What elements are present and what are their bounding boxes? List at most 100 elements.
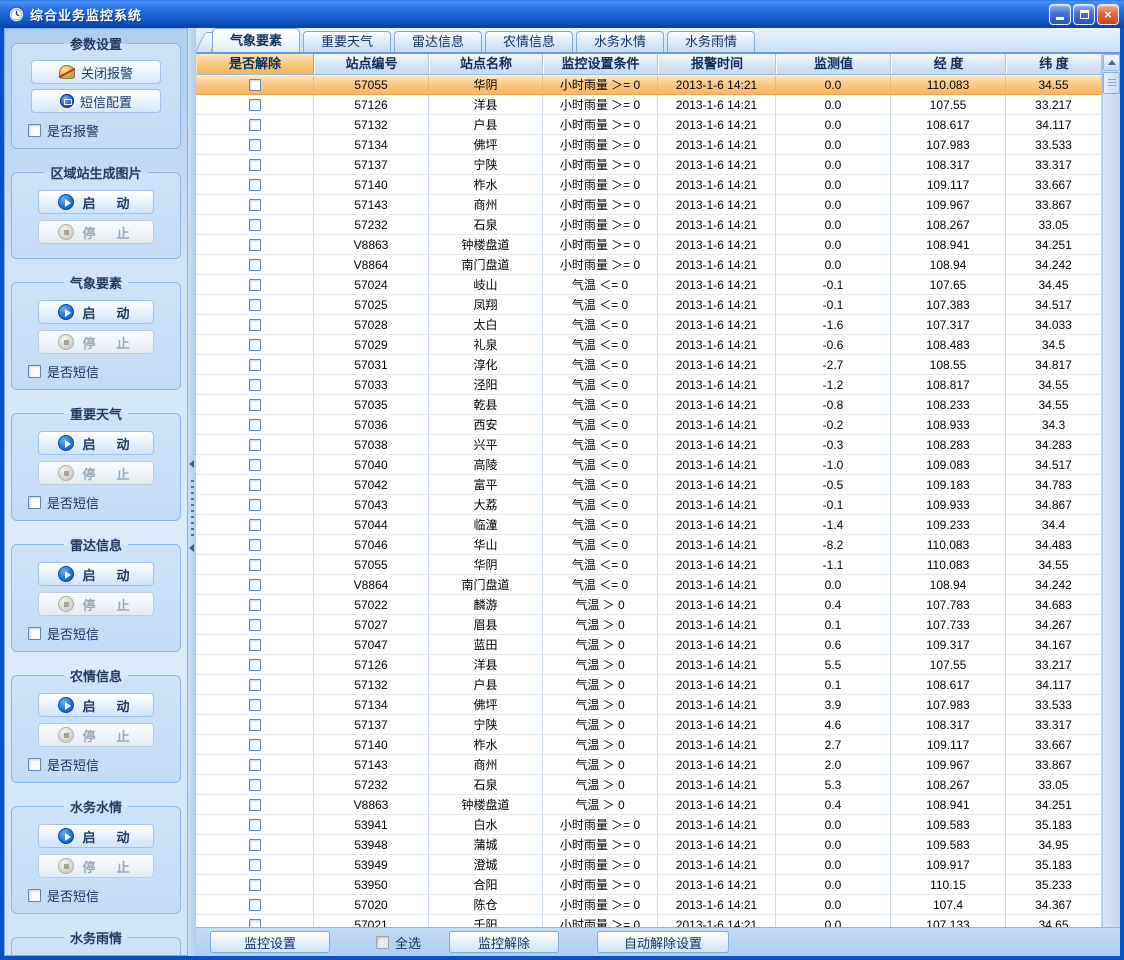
release-checkbox[interactable] (249, 479, 261, 491)
table-row[interactable]: 53950合阳小时雨量 ＞= 02013-1-6 14:210.0110.153… (196, 875, 1102, 895)
table-row[interactable]: 53941白水小时雨量 ＞= 02013-1-6 14:210.0109.583… (196, 815, 1102, 835)
table-row[interactable]: V8864南门盘道小时雨量 ＞= 02013-1-6 14:210.0108.9… (196, 255, 1102, 275)
release-checkbox[interactable] (249, 99, 261, 111)
table-row[interactable]: 57031淳化气温 ＜= 02013-1-6 14:21-2.7108.5534… (196, 355, 1102, 375)
release-checkbox[interactable] (249, 339, 261, 351)
water-level-sms-enable-checkbox[interactable] (28, 889, 41, 902)
table-row[interactable]: 57028太白气温 ＜= 02013-1-6 14:21-1.6107.3173… (196, 315, 1102, 335)
table-row[interactable]: 57043大荔气温 ＜= 02013-1-6 14:21-0.1109.9333… (196, 495, 1102, 515)
table-row[interactable]: 57029礼泉气温 ＜= 02013-1-6 14:21-0.6108.4833… (196, 335, 1102, 355)
tab-water-level[interactable]: 水务水情 (576, 31, 664, 52)
weather-elements-sms-enable-checkbox[interactable] (28, 365, 41, 378)
regional-station-image-stop-button[interactable]: 停 止 (38, 220, 154, 244)
table-row[interactable]: 57024岐山气温 ＜= 02013-1-6 14:21-0.1107.6534… (196, 275, 1102, 295)
scrollbar-track[interactable] (1103, 95, 1120, 927)
radar-info-stop-button[interactable]: 停 止 (38, 592, 154, 616)
release-checkbox[interactable] (249, 599, 261, 611)
table-row[interactable]: 57033泾阳气温 ＜= 02013-1-6 14:21-1.2108.8173… (196, 375, 1102, 395)
collapse-arrow-icon[interactable] (189, 460, 194, 468)
release-checkbox[interactable] (249, 119, 261, 131)
table-row[interactable]: 53949澄城小时雨量 ＞= 02013-1-6 14:210.0109.917… (196, 855, 1102, 875)
tab-important-weather[interactable]: 重要天气 (303, 31, 391, 52)
tab-weather-elements[interactable]: 气象要素 (212, 28, 300, 52)
close-button[interactable]: × (1097, 4, 1119, 25)
release-checkbox[interactable] (249, 699, 261, 711)
table-row[interactable]: V8864南门盘道气温 ＜= 02013-1-6 14:210.0108.943… (196, 575, 1102, 595)
release-checkbox[interactable] (249, 539, 261, 551)
table-row[interactable]: 57143商州气温 ＞ 02013-1-6 14:212.0109.96733.… (196, 755, 1102, 775)
release-checkbox[interactable] (249, 919, 261, 928)
release-checkbox[interactable] (249, 299, 261, 311)
table-row[interactable]: 57022麟游气温 ＞ 02013-1-6 14:210.4107.78334.… (196, 595, 1102, 615)
water-level-stop-button[interactable]: 停 止 (38, 854, 154, 878)
release-checkbox[interactable] (249, 439, 261, 451)
release-checkbox[interactable] (249, 139, 261, 151)
minimize-button[interactable] (1049, 4, 1071, 25)
release-checkbox[interactable] (249, 899, 261, 911)
weather-elements-start-button[interactable]: 启 动 (38, 300, 154, 324)
table-row[interactable]: 57035乾县气温 ＜= 02013-1-6 14:21-0.8108.2333… (196, 395, 1102, 415)
agriculture-info-start-button[interactable]: 启 动 (38, 693, 154, 717)
table-row[interactable]: 57044临潼气温 ＜= 02013-1-6 14:21-1.4109.2333… (196, 515, 1102, 535)
collapse-arrow-icon[interactable] (189, 544, 194, 552)
release-checkbox[interactable] (249, 659, 261, 671)
tab-radar-info[interactable]: 雷达信息 (394, 31, 482, 52)
table-row[interactable]: 57020陈仓小时雨量 ＞= 02013-1-6 14:210.0107.434… (196, 895, 1102, 915)
monitor-set-button[interactable]: 监控设置 (210, 931, 330, 953)
tab-water-rain[interactable]: 水务雨情 (667, 31, 755, 52)
regional-station-image-start-button[interactable]: 启 动 (38, 190, 154, 214)
sms-config-button[interactable]: 短信配置 (31, 89, 161, 113)
release-checkbox[interactable] (249, 79, 261, 91)
release-checkbox[interactable] (249, 499, 261, 511)
table-row[interactable]: 57132户县气温 ＞ 02013-1-6 14:210.1108.61734.… (196, 675, 1102, 695)
release-checkbox[interactable] (249, 319, 261, 331)
table-row[interactable]: 53948蒲城小时雨量 ＞= 02013-1-6 14:210.0109.583… (196, 835, 1102, 855)
table-row[interactable]: 57042富平气温 ＜= 02013-1-6 14:21-0.5109.1833… (196, 475, 1102, 495)
monitor-release-button[interactable]: 监控解除 (449, 931, 559, 953)
table-row[interactable]: 57038兴平气温 ＜= 02013-1-6 14:21-0.3108.2833… (196, 435, 1102, 455)
agriculture-info-sms-enable-checkbox[interactable] (28, 758, 41, 771)
sidebar-splitter[interactable] (188, 28, 196, 956)
release-checkbox[interactable] (249, 459, 261, 471)
table-row[interactable]: 57036西安气温 ＜= 02013-1-6 14:21-0.2108.9333… (196, 415, 1102, 435)
table-row[interactable]: 57143商州小时雨量 ＞= 02013-1-6 14:210.0109.967… (196, 195, 1102, 215)
table-row[interactable]: 57134佛坪小时雨量 ＞= 02013-1-6 14:210.0107.983… (196, 135, 1102, 155)
table-row[interactable]: 57047蓝田气温 ＞ 02013-1-6 14:210.6109.31734.… (196, 635, 1102, 655)
vertical-scrollbar[interactable] (1102, 54, 1120, 927)
water-level-start-button[interactable]: 启 动 (38, 824, 154, 848)
weather-elements-stop-button[interactable]: 停 止 (38, 330, 154, 354)
release-checkbox[interactable] (249, 639, 261, 651)
agriculture-info-stop-button[interactable]: 停 止 (38, 723, 154, 747)
release-checkbox[interactable] (249, 819, 261, 831)
scrollbar-thumb[interactable] (1103, 72, 1120, 94)
release-checkbox[interactable] (249, 239, 261, 251)
table-row[interactable]: 57055华阴气温 ＜= 02013-1-6 14:21-1.1110.0833… (196, 555, 1102, 575)
radar-info-start-button[interactable]: 启 动 (38, 562, 154, 586)
release-checkbox[interactable] (249, 279, 261, 291)
release-checkbox[interactable] (249, 159, 261, 171)
column-header-condition[interactable]: 监控设置条件 (543, 54, 658, 74)
release-checkbox[interactable] (249, 779, 261, 791)
release-checkbox[interactable] (249, 199, 261, 211)
splitter-grip[interactable] (191, 480, 194, 536)
maximize-button[interactable] (1073, 4, 1095, 25)
close-alarm-button[interactable]: 关闭报警 (31, 60, 161, 84)
release-checkbox[interactable] (249, 419, 261, 431)
table-row[interactable]: 57134佛坪气温 ＞ 02013-1-6 14:213.9107.98333.… (196, 695, 1102, 715)
column-header-station-name[interactable]: 站点名称 (429, 54, 543, 74)
release-checkbox[interactable] (249, 619, 261, 631)
release-checkbox[interactable] (249, 379, 261, 391)
column-header-station-id[interactable]: 站点编号 (314, 54, 429, 74)
water-rain-start-button[interactable]: 启 动 (38, 955, 154, 956)
release-checkbox[interactable] (249, 519, 261, 531)
table-row[interactable]: 57027眉县气温 ＞ 02013-1-6 14:210.1107.73334.… (196, 615, 1102, 635)
release-checkbox[interactable] (249, 259, 261, 271)
release-checkbox[interactable] (249, 799, 261, 811)
table-row[interactable]: V8863钟楼盘道气温 ＞ 02013-1-6 14:210.4108.9413… (196, 795, 1102, 815)
table-row[interactable]: 57140柞水小时雨量 ＞= 02013-1-6 14:210.0109.117… (196, 175, 1102, 195)
radar-info-sms-enable-checkbox[interactable] (28, 627, 41, 640)
table-row[interactable]: 57046华山气温 ＜= 02013-1-6 14:21-8.2110.0833… (196, 535, 1102, 555)
table-row[interactable]: 57232石泉气温 ＞ 02013-1-6 14:215.3108.26733.… (196, 775, 1102, 795)
important-weather-start-button[interactable]: 启 动 (38, 431, 154, 455)
select-all-checkbox[interactable] (376, 936, 389, 949)
